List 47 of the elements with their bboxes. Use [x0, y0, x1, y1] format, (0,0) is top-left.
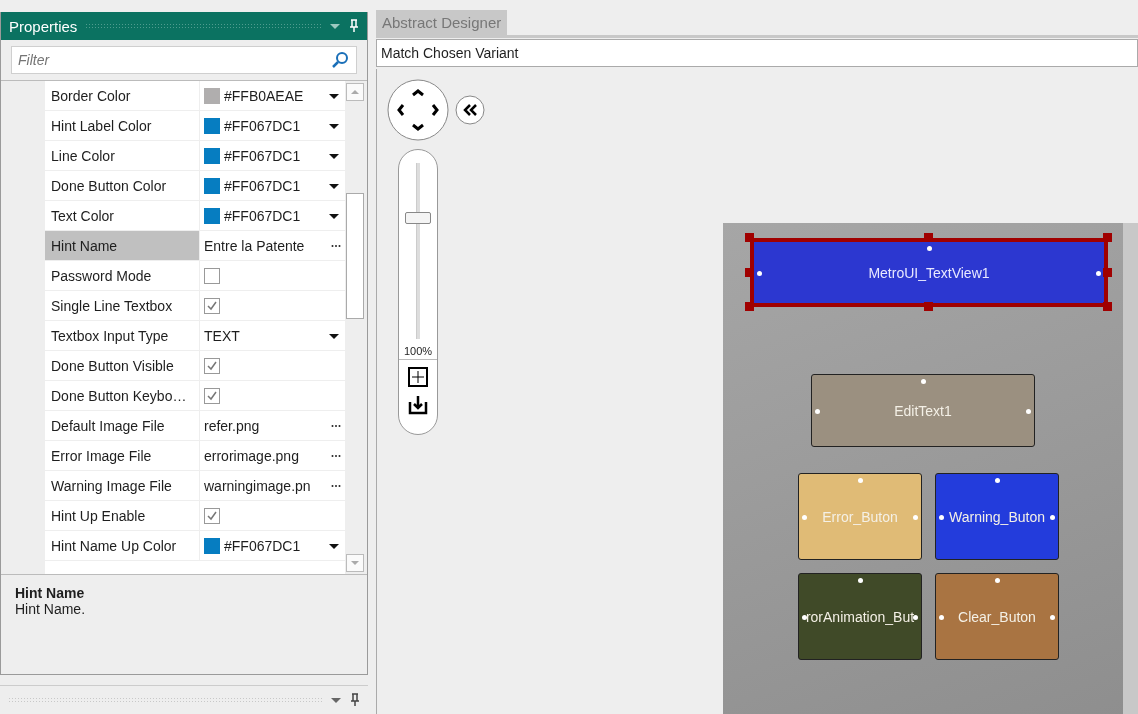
property-value[interactable]: errorimage.png [204, 447, 327, 464]
widget[interactable]: Warning_Buton [935, 473, 1059, 560]
resize-handle[interactable] [1103, 233, 1112, 242]
variant-field[interactable]: Match Chosen Variant [376, 39, 1138, 67]
property-value: #FF067DC1 [224, 177, 302, 194]
search-icon[interactable] [331, 51, 349, 69]
panel-title: Properties [9, 17, 78, 35]
ellipsis-icon[interactable] [331, 423, 341, 428]
checkbox[interactable] [204, 357, 220, 374]
widget[interactable]: MetroUI_TextView1 [750, 238, 1108, 307]
property-value[interactable]: TEXT [204, 327, 323, 344]
checkbox[interactable] [204, 297, 220, 314]
pan-control-icon[interactable] [387, 79, 449, 141]
property-label[interactable]: Hint Name [45, 231, 200, 260]
scrollbar-thumb[interactable] [346, 193, 364, 319]
property-value: #FF067DC1 [224, 117, 302, 134]
resize-handle[interactable] [745, 233, 754, 242]
pin-icon[interactable] [350, 693, 360, 707]
up-arrow-icon [350, 89, 360, 95]
checkbox[interactable] [204, 507, 220, 524]
widget[interactable]: Clear_Buton [935, 573, 1059, 660]
property-value[interactable]: Entre la Patente [204, 237, 327, 254]
ellipsis-icon[interactable] [331, 243, 341, 248]
property-value: #FF067DC1 [224, 147, 302, 164]
zoom-slider-thumb[interactable] [405, 211, 431, 224]
download-icon[interactable] [407, 394, 429, 416]
resize-handle[interactable] [1103, 267, 1112, 277]
resize-handle[interactable] [745, 302, 754, 311]
property-value[interactable]: warningimage.pn [204, 477, 327, 494]
widget[interactable]: rorAnimation_But [798, 573, 922, 660]
description-title: Hint Name [15, 585, 86, 601]
property-value[interactable]: refer.png [204, 417, 327, 434]
description-text: Hint Name. [15, 601, 87, 617]
resize-handle[interactable] [1103, 302, 1112, 311]
double-chevron-left-icon[interactable] [455, 95, 485, 125]
down-arrow-icon [350, 560, 360, 566]
checkbox[interactable] [204, 387, 220, 404]
property-value: #FF067DC1 [224, 537, 302, 554]
checkbox[interactable] [204, 267, 220, 284]
filter-field[interactable]: Filter [11, 46, 357, 74]
fit-to-screen-icon[interactable] [407, 366, 429, 388]
property-value: #FF067DC1 [224, 207, 302, 224]
zoom-reading: 100% [403, 345, 433, 357]
ellipsis-icon[interactable] [331, 483, 341, 488]
ellipsis-icon[interactable] [331, 453, 341, 458]
property-value: #FFB0AEAE [224, 87, 305, 104]
resize-handle[interactable] [924, 302, 933, 311]
